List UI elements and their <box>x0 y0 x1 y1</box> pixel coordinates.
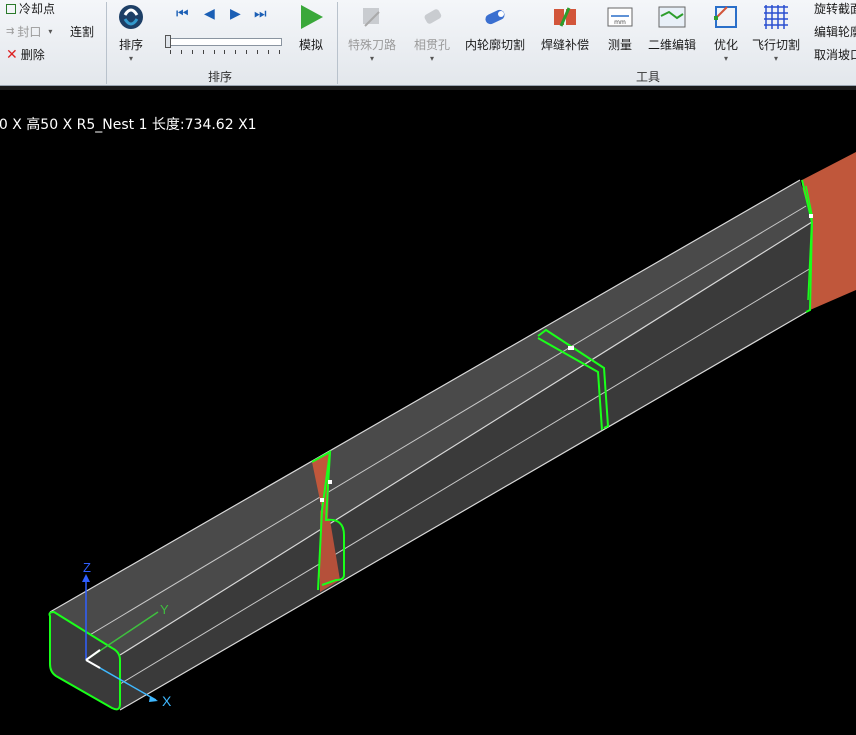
lead-in-marker <box>320 498 324 502</box>
axis-y-label: Y <box>160 602 169 617</box>
axis-x-label: X <box>162 693 172 709</box>
lead-in-marker <box>568 346 574 350</box>
3d-viewport[interactable]: Z Y X <box>0 0 856 735</box>
axis-z-label: Z <box>83 560 91 575</box>
part-info-text: 70 X 高50 X R5_Nest 1 长度:734.62 X1 <box>0 117 257 133</box>
lead-in-marker <box>809 214 813 218</box>
tube-top-face <box>50 180 812 655</box>
tube-seam-line <box>87 205 807 637</box>
lead-in-marker <box>328 480 332 484</box>
tube-side-face <box>120 222 812 710</box>
tube-seam-line <box>119 267 812 685</box>
